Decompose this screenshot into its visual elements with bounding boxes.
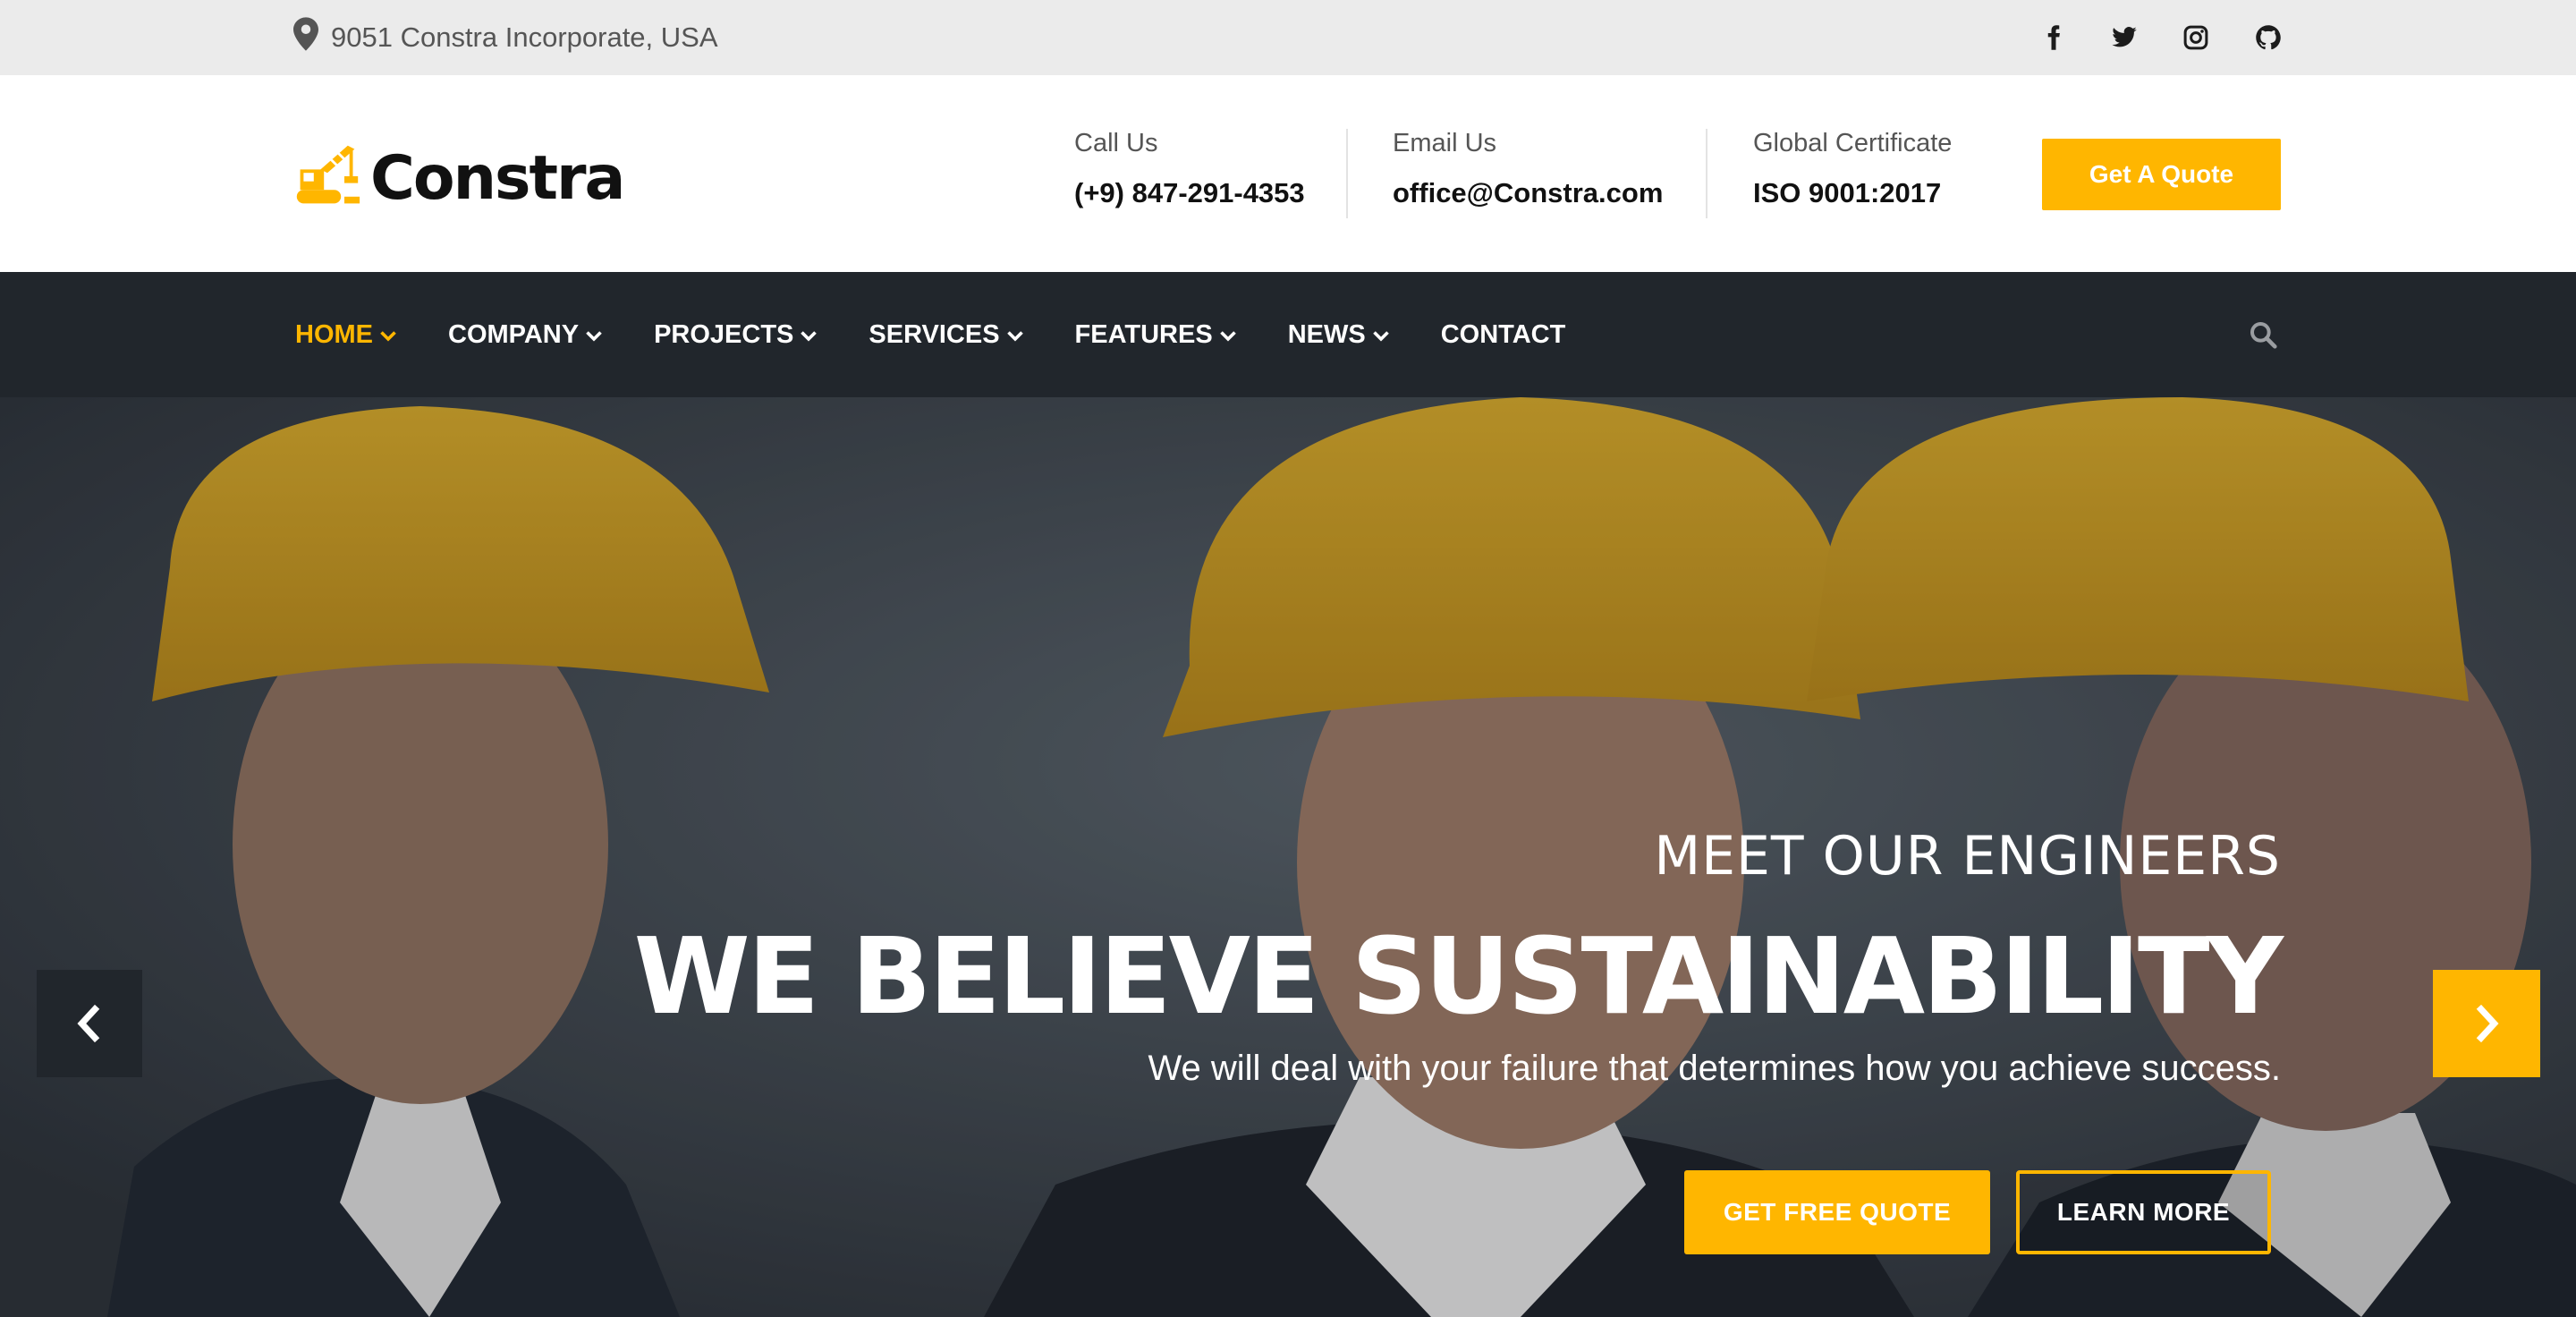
call-us-value[interactable]: (+9) 847-291-4353 [1074, 177, 1305, 209]
nav-item-projects[interactable]: PROJECTS [654, 319, 818, 350]
nav-item-contact[interactable]: CONTACT [1441, 320, 1566, 350]
call-us-label: Call Us [1074, 129, 1158, 157]
certificate-block: Global Certificate ISO 9001:2017 [1753, 129, 1952, 209]
hero-title: WE BELIEVE SUSTAINABILITY [633, 914, 2284, 1038]
nav-item-news[interactable]: NEWS [1288, 320, 1389, 350]
nav-item-company[interactable]: COMPANY [448, 320, 602, 350]
nav-item-label: COMPANY [448, 319, 580, 349]
certificate-label: Global Certificate [1753, 129, 1953, 157]
nav-item-label: HOME [295, 319, 373, 349]
hero-kicker: MEET OUR ENGINEERS [1654, 825, 2281, 888]
address: 9051 Constra Incorporate, USA [293, 17, 718, 58]
search-icon[interactable] [2245, 317, 2281, 353]
slider-next-button[interactable] [2433, 970, 2540, 1077]
nav-item-label: FEATURES [1074, 319, 1213, 349]
nav-item-features[interactable]: FEATURES [1075, 320, 1236, 350]
divider [1346, 129, 1348, 218]
facebook-icon[interactable] [2036, 20, 2072, 55]
nav-item-label: PROJECTS [654, 319, 794, 349]
map-pin-icon [293, 17, 318, 58]
chevron-right-icon [2476, 1004, 2499, 1043]
nav-menu: HOME COMPANY PROJECTS SERVICES FEATURES … [295, 272, 1617, 397]
main-nav: HOME COMPANY PROJECTS SERVICES FEATURES … [0, 272, 2576, 397]
top-bar: 9051 Constra Incorporate, USA [0, 0, 2576, 75]
call-us-block: Call Us (+9) 847-291-4353 [1074, 129, 1305, 209]
nav-item-services[interactable]: SERVICES [869, 319, 1023, 350]
chevron-down-icon [801, 320, 818, 350]
hero-slider: MEET OUR ENGINEERS WE BELIEVE SUSTAINABI… [0, 397, 2576, 1317]
logo[interactable]: Constra [293, 141, 625, 215]
site-header: Constra Call Us (+9) 847-291-4353 Email … [0, 75, 2576, 272]
nav-item-label: SERVICES [869, 319, 1000, 349]
email-us-block: Email Us office@Constra.com [1393, 129, 1663, 209]
crane-logo-icon [293, 142, 361, 215]
divider [1706, 129, 1707, 218]
learn-more-button[interactable]: LEARN MORE [2016, 1170, 2271, 1254]
nav-item-label: NEWS [1287, 319, 1366, 349]
get-a-quote-button[interactable]: Get A Quote [2042, 139, 2281, 210]
certificate-value: ISO 9001:2017 [1753, 177, 1942, 208]
chevron-left-icon [77, 1004, 100, 1043]
chevron-down-icon [1006, 320, 1023, 350]
github-icon[interactable] [2250, 20, 2286, 55]
instagram-icon[interactable] [2178, 20, 2214, 55]
get-free-quote-button[interactable]: GET FREE QUOTE [1684, 1170, 1990, 1254]
twitter-icon[interactable] [2106, 20, 2142, 55]
chevron-down-icon [1219, 320, 1236, 350]
hero-caption: MEET OUR ENGINEERS WE BELIEVE SUSTAINABI… [581, 825, 2284, 1089]
hero-subtitle: We will deal with your failure that dete… [1148, 1049, 2281, 1088]
logo-text: Constra [370, 142, 625, 214]
chevron-down-icon [1372, 320, 1389, 350]
nav-item-label: CONTACT [1440, 319, 1566, 349]
email-us-value[interactable]: office@Constra.com [1393, 177, 1663, 209]
chevron-down-icon [586, 320, 602, 350]
chevron-down-icon [380, 320, 396, 350]
address-text: 9051 Constra Incorporate, USA [331, 21, 718, 53]
slider-prev-button[interactable] [37, 970, 142, 1077]
nav-item-home[interactable]: HOME [295, 320, 396, 350]
email-us-label: Email Us [1393, 129, 1497, 157]
